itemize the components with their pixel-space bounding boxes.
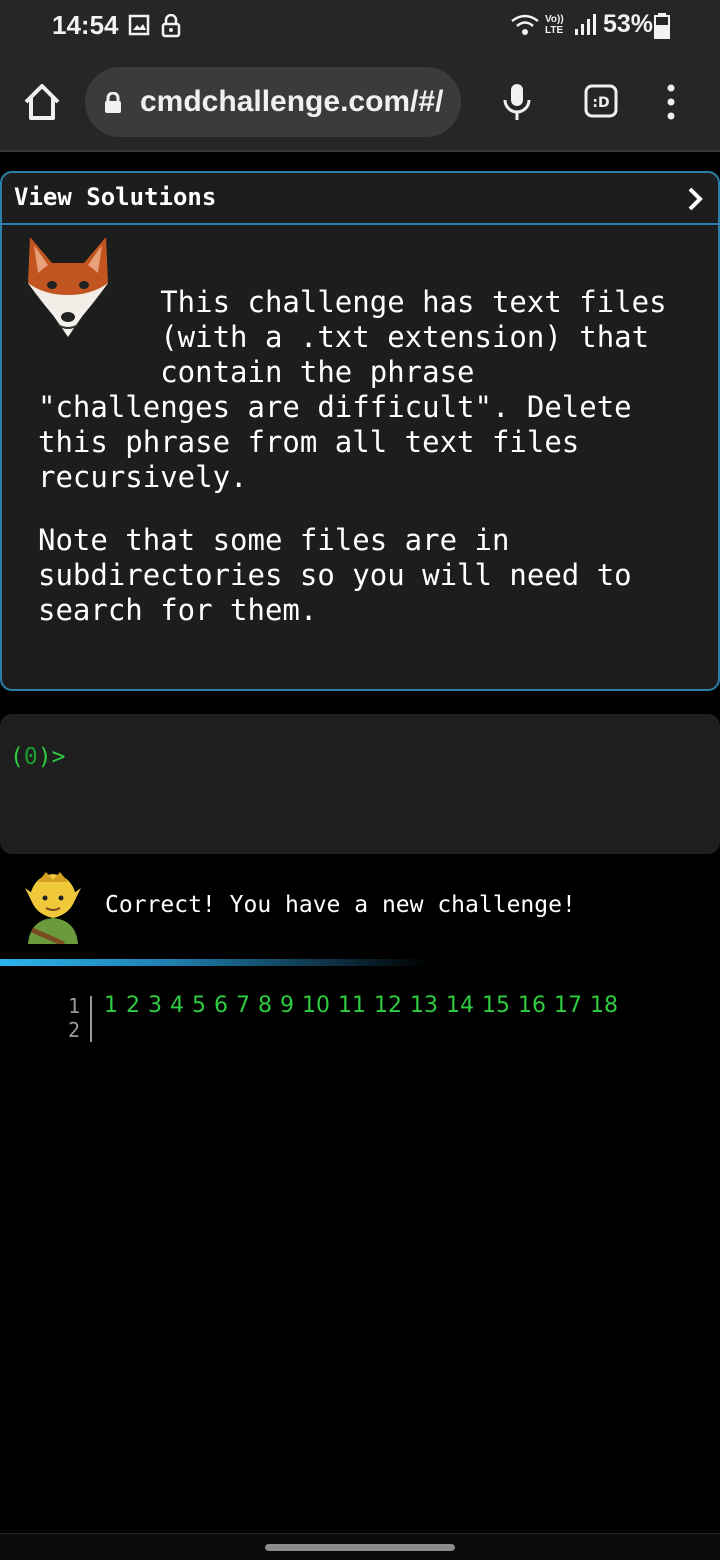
url-text: cmdchallenge.com/#/ xyxy=(140,85,444,118)
chevron-right-icon xyxy=(688,187,703,211)
lock-status-icon xyxy=(161,14,181,38)
level-link[interactable]: 12 xyxy=(374,993,402,1018)
level-link[interactable]: 6 xyxy=(214,993,228,1018)
progress-bar xyxy=(0,959,430,966)
battery-percent: 53% xyxy=(603,10,654,38)
level-link[interactable]: 8 xyxy=(258,993,272,1018)
challenge-panel: View Solutions This challenge has text f… xyxy=(0,171,720,691)
more-options-icon[interactable] xyxy=(660,82,682,122)
level-link[interactable]: 14 xyxy=(446,993,474,1018)
level-link[interactable]: 3 xyxy=(148,993,162,1018)
level-link[interactable]: 16 xyxy=(518,993,546,1018)
network-label: Vo)) LTE xyxy=(545,14,564,36)
level-link[interactable]: 5 xyxy=(192,993,206,1018)
status-time: 14:54 xyxy=(52,10,119,40)
lock-icon xyxy=(105,92,121,113)
level-list: 1 2 3 4 5 6 7 8 9 10 11 12 13 14 15 16 17 18 xyxy=(104,993,626,1018)
terminal-prompt: (0)> xyxy=(10,744,65,770)
browser-toolbar: cmdchallenge.com/#/ :D xyxy=(0,52,720,152)
challenge-line: this phrase from all text files xyxy=(38,425,580,459)
prompt-open: ( xyxy=(10,744,24,770)
line-gutter: 1 2 xyxy=(62,994,80,1042)
system-nav-bar xyxy=(0,1533,720,1560)
gutter-line-number: 2 xyxy=(67,1018,80,1042)
challenge-description: This challenge has text files (with a .t… xyxy=(38,285,698,628)
view-solutions-label: View Solutions xyxy=(14,183,217,211)
image-icon xyxy=(128,14,150,36)
level-link[interactable]: 17 xyxy=(554,993,582,1018)
level-link[interactable]: 4 xyxy=(170,993,184,1018)
elf-avatar-icon xyxy=(25,872,81,944)
level-link[interactable]: 9 xyxy=(280,993,294,1018)
challenge-line: (with a .txt extension) that xyxy=(38,320,650,354)
level-link[interactable]: 13 xyxy=(410,993,438,1018)
note-line: search for them. xyxy=(38,593,318,627)
note-line: Note that some files are in xyxy=(38,523,510,557)
wifi-icon xyxy=(511,14,539,35)
challenge-line: contain the phrase xyxy=(38,355,475,389)
home-icon[interactable] xyxy=(22,80,62,124)
level-link[interactable]: 18 xyxy=(590,993,618,1018)
challenge-line: This challenge has text files xyxy=(38,285,667,319)
terminal-input[interactable]: (0)> xyxy=(0,714,720,854)
prompt-count: 0 xyxy=(23,744,38,770)
level-link[interactable]: 11 xyxy=(338,993,366,1018)
challenge-line: "challenges are difficult". Delete xyxy=(38,390,632,424)
level-link[interactable]: 1 xyxy=(104,993,118,1018)
note-line: subdirectories so you will need to xyxy=(38,558,632,592)
battery-icon xyxy=(654,13,670,39)
svg-text::D: :D xyxy=(592,95,609,111)
status-bar: 14:54 Vo)) LTE 53% xyxy=(0,0,720,52)
signal-icon xyxy=(575,14,596,35)
tab-switcher-icon[interactable]: :D xyxy=(584,84,618,118)
gutter-divider xyxy=(90,996,92,1042)
level-link[interactable]: 7 xyxy=(236,993,250,1018)
gutter-line-number: 1 xyxy=(67,994,80,1018)
view-solutions-header[interactable]: View Solutions xyxy=(2,173,718,225)
prompt-close: )> xyxy=(37,744,66,770)
feedback-message: Correct! You have a new challenge! xyxy=(105,892,576,918)
home-indicator[interactable] xyxy=(265,1544,455,1551)
microphone-icon[interactable] xyxy=(500,82,534,122)
level-link[interactable]: 2 xyxy=(126,993,140,1018)
level-link[interactable]: 15 xyxy=(482,993,510,1018)
address-bar[interactable]: cmdchallenge.com/#/ xyxy=(85,67,461,137)
challenge-line: recursively. xyxy=(38,460,248,494)
level-link[interactable]: 10 xyxy=(302,993,330,1018)
